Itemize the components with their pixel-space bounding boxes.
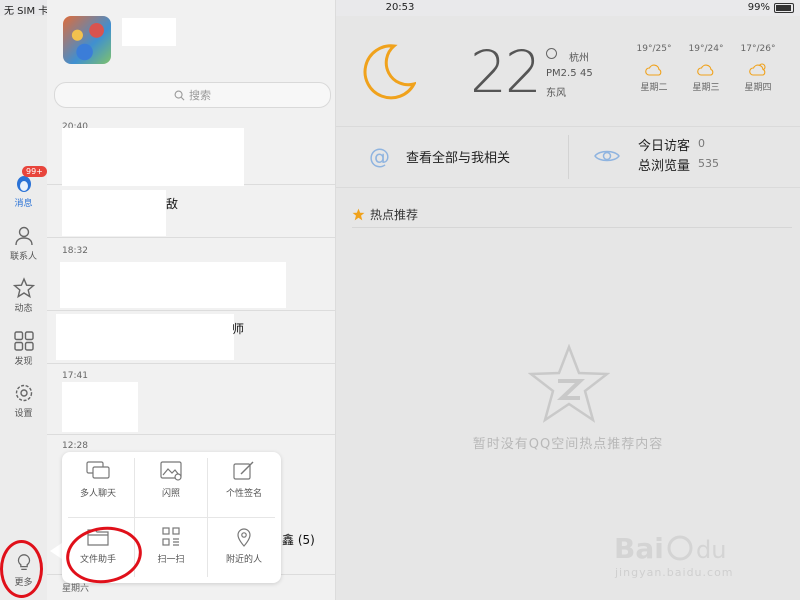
hot-section-header: 热点推荐 bbox=[352, 206, 418, 223]
forecast-range: 19°/24° bbox=[688, 44, 724, 54]
redacted-block bbox=[62, 128, 244, 186]
list-item[interactable] bbox=[47, 311, 335, 364]
eye-icon bbox=[594, 150, 620, 162]
qzone-star-icon bbox=[528, 344, 610, 423]
forecast-weekday: 星期四 bbox=[744, 83, 772, 93]
menu-label: 闪照 bbox=[161, 489, 180, 499]
wind: 东风 bbox=[546, 88, 566, 99]
flash-photo-icon bbox=[160, 461, 182, 481]
gear-icon bbox=[15, 384, 32, 402]
menu-item-group-chat[interactable]: 多人聊天 bbox=[62, 452, 134, 517]
degree-icon bbox=[546, 48, 557, 59]
group-chat-icon bbox=[86, 461, 110, 479]
nav-label-messages: 消息 bbox=[14, 199, 33, 209]
svg-text:du: du bbox=[696, 536, 726, 564]
battery-icon bbox=[774, 2, 794, 13]
menu-item-signature[interactable]: 个性签名 bbox=[208, 452, 280, 517]
summary-row: @ 查看全部与我相关 今日访客 0 总浏览量 535 bbox=[336, 127, 800, 187]
temperature: 22 bbox=[470, 38, 542, 106]
forecast-day: 17°/26° 星期四 bbox=[738, 44, 778, 93]
visitors-stats[interactable]: 今日访客 0 总浏览量 535 bbox=[569, 127, 800, 187]
nav-label-contacts: 联系人 bbox=[9, 252, 37, 262]
battery-indicator: 99% bbox=[748, 2, 794, 13]
nav-item-settings[interactable]: 设置 bbox=[0, 382, 47, 419]
redacted-block bbox=[62, 382, 138, 432]
nav-item-feed[interactable]: 动态 bbox=[0, 277, 47, 314]
nav-label-discover: 发现 bbox=[14, 357, 33, 367]
forecast-day: 19°/25° 星期二 bbox=[634, 44, 674, 93]
total-views-value: 535 bbox=[698, 157, 719, 170]
forecast-range: 19°/25° bbox=[636, 44, 672, 54]
nav-label-settings: 设置 bbox=[14, 409, 33, 419]
svg-text:Bai: Bai bbox=[614, 532, 664, 565]
nav-item-discover[interactable]: 发现 bbox=[0, 330, 47, 367]
grid-icon bbox=[13, 331, 34, 351]
username-redacted bbox=[122, 18, 176, 46]
pm-value: 45 bbox=[580, 68, 593, 79]
menu-label: 扫一扫 bbox=[157, 555, 185, 565]
star-icon bbox=[12, 277, 35, 299]
baidu-watermark: Bai du bbox=[614, 532, 726, 565]
signature-icon bbox=[233, 461, 254, 480]
at-icon: @ bbox=[369, 145, 390, 169]
menu-label: 多人聊天 bbox=[79, 489, 116, 499]
today-visitors-value: 0 bbox=[698, 137, 705, 150]
mentions-label: 查看全部与我相关 bbox=[406, 151, 511, 166]
menu-label: 个性签名 bbox=[225, 489, 262, 499]
mentions-button[interactable]: @ 查看全部与我相关 bbox=[336, 127, 568, 187]
cloud-icon bbox=[645, 64, 662, 76]
unread-badge: 99+ bbox=[22, 166, 47, 177]
annotation-circle-more bbox=[0, 540, 43, 598]
divider bbox=[336, 187, 800, 188]
today-visitors-label: 今日访客 bbox=[638, 139, 691, 154]
partly-cloudy-icon bbox=[749, 63, 766, 76]
search-bar[interactable]: 搜索 bbox=[54, 82, 331, 108]
contacts-icon bbox=[14, 226, 33, 246]
menu-label: 附近的人 bbox=[225, 555, 262, 565]
search-icon bbox=[174, 90, 185, 100]
avatar[interactable] bbox=[63, 16, 111, 64]
list-item[interactable] bbox=[47, 185, 335, 238]
moon-icon bbox=[363, 44, 416, 100]
menu-item-flash-photo[interactable]: 闪照 bbox=[135, 452, 207, 517]
empty-state-text: 暂时没有QQ空间热点推荐内容 bbox=[472, 437, 664, 452]
star-icon bbox=[352, 208, 365, 221]
total-views-label: 总浏览量 bbox=[638, 159, 691, 174]
menu-item-scan[interactable]: 扫一扫 bbox=[135, 518, 207, 583]
location-icon bbox=[237, 528, 251, 547]
divider bbox=[352, 227, 792, 228]
menu-item-nearby[interactable]: 附近的人 bbox=[208, 518, 280, 583]
weather-widget[interactable]: 22 杭州 PM2.5 45 东风 19°/25° 星期二 19°/24° 星期… bbox=[336, 16, 800, 126]
watermark-url: jingyan.baidu.com bbox=[615, 566, 734, 579]
battery-percent: 99% bbox=[747, 2, 770, 13]
redacted-block bbox=[60, 262, 286, 308]
popup-pointer bbox=[50, 543, 62, 559]
hot-title: 热点推荐 bbox=[370, 208, 419, 222]
city: 杭州 bbox=[569, 53, 589, 64]
forecast-day: 19°/24° 星期三 bbox=[686, 44, 726, 93]
scan-icon bbox=[162, 527, 180, 546]
forecast-weekday: 星期三 bbox=[692, 83, 720, 93]
nav-label-feed: 动态 bbox=[14, 304, 33, 314]
cloud-icon bbox=[697, 64, 714, 76]
forecast-weekday: 星期二 bbox=[640, 83, 668, 93]
nav-item-messages[interactable]: 99+ 消息 bbox=[0, 166, 47, 209]
nav-item-contacts[interactable]: 联系人 bbox=[0, 225, 47, 262]
pm-label: PM2.5 bbox=[546, 68, 577, 79]
search-placeholder: 搜索 bbox=[189, 89, 211, 102]
forecast-range: 17°/26° bbox=[740, 44, 776, 54]
